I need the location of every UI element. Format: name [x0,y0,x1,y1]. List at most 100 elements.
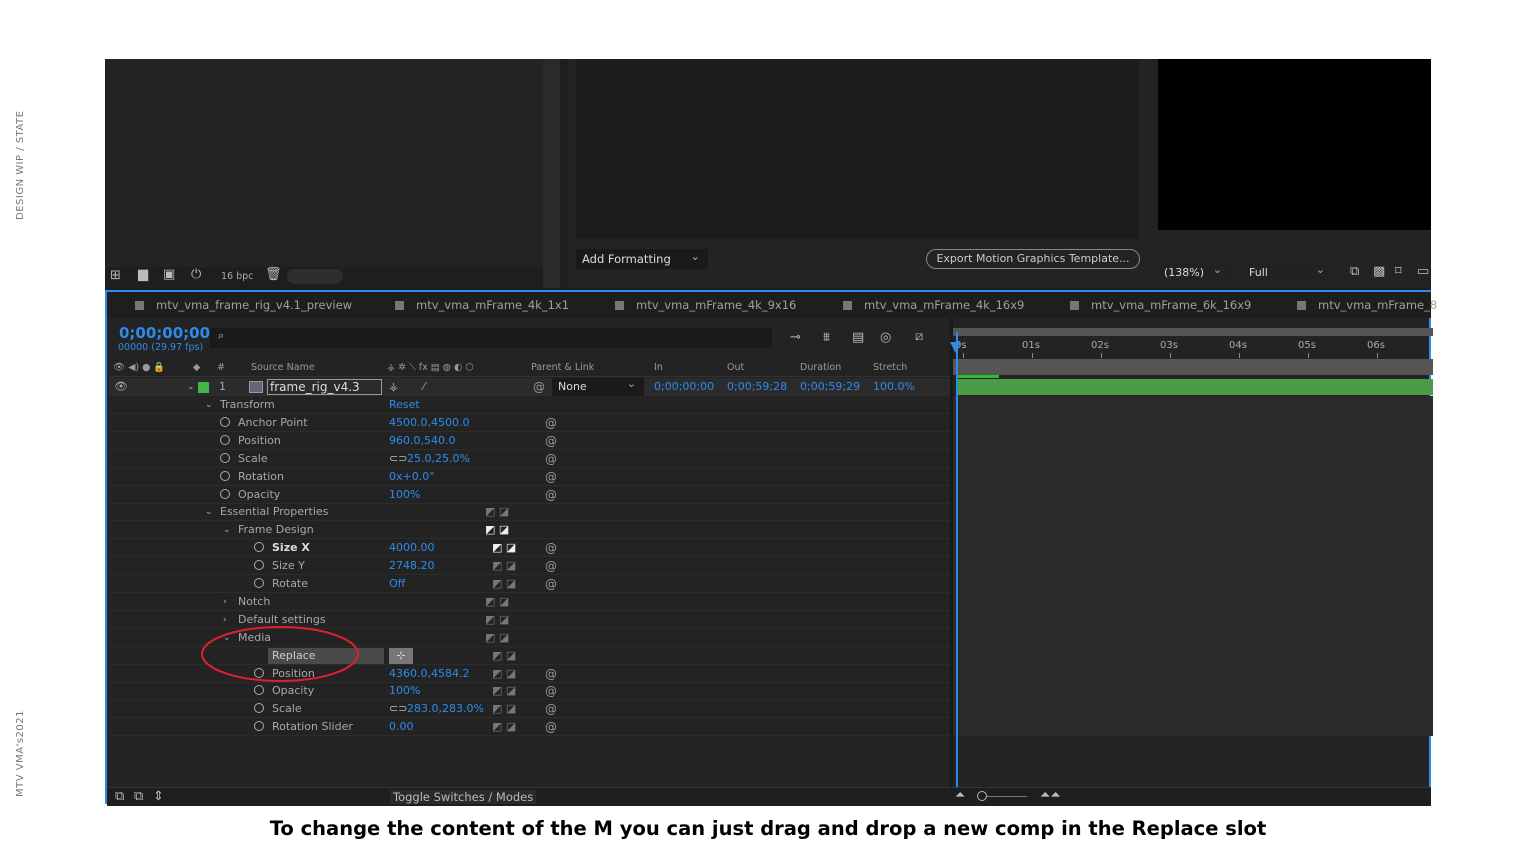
timeline-track[interactable] [953,431,1433,450]
fast-preview-icon[interactable]: ⧉ [1350,264,1359,279]
chevron-down-icon[interactable]: ⌄ [187,378,195,396]
property-value[interactable]: 100% [389,486,420,504]
col-out[interactable]: Out [727,359,744,377]
timeline-track[interactable] [953,682,1433,701]
col-parent[interactable]: Parent & Link [531,359,594,377]
constrain-proportions-icon[interactable]: ⊂⊃ [389,450,407,468]
trash-icon[interactable]: 🗑 [265,267,282,282]
property-row[interactable]: › Notch ◩ ◪ [109,593,950,611]
property-row[interactable]: Size Y 2748.20 ◩ ◪ @ [109,557,950,576]
property-row[interactable]: Opacity 100% @ [109,486,950,504]
timeline-track[interactable] [953,628,1433,647]
stopwatch-icon[interactable] [254,700,264,718]
shy-switch-icon[interactable]: ⚶ [389,378,398,396]
property-row[interactable]: Size X 4000.00 ◩ ◪ @ [109,539,950,558]
new-folder-icon[interactable]: ▆ [138,267,148,282]
property-value[interactable]: Reset [389,396,420,414]
property-row[interactable]: Position 960.0,540.0 @ [109,432,950,450]
property-row[interactable]: ⌄ Essential Properties ◩ ◪ [109,503,950,522]
timeline-track[interactable] [953,396,1433,414]
toggle-switches-modes[interactable]: Toggle Switches / Modes [390,790,537,804]
replace-slot[interactable]: ⊹ [389,647,413,664]
keyframe-nav-icon[interactable]: ◩ ◪ [492,718,516,736]
comp-tab[interactable]: mtv_vma_mFrame_8 [1297,292,1437,318]
property-value[interactable]: 100% [389,682,420,700]
property-row[interactable]: Scale ⊂⊃ 283.0,283.0% ◩ ◪ @ [109,700,950,719]
property-value[interactable]: 4500.0,4500.0 [389,414,469,432]
timeline-track[interactable] [953,485,1433,504]
stretch[interactable]: 100.0% [873,378,915,396]
transfer-controls-icon[interactable]: ⧉ [134,789,143,804]
label-color[interactable] [198,382,209,393]
zoom-dropdown[interactable]: (138%) [1158,260,1230,283]
timeline-track[interactable] [953,575,1433,593]
timeline-track[interactable] [953,592,1433,611]
comp-tab[interactable]: mtv_vma_frame_rig_v4.1_preview [135,292,352,318]
export-mogrt-button[interactable]: Export Motion Graphics Template... [926,249,1140,269]
timeline-track[interactable] [953,718,1433,737]
stopwatch-icon[interactable] [220,468,230,486]
zoom-out-icon[interactable]: ⏶ [955,788,965,803]
work-area-range[interactable] [953,359,1433,375]
property-row[interactable]: ⌄ Frame Design ◩ ◪ [109,521,950,540]
timeline-track[interactable] [953,557,1433,576]
flowchart-icon[interactable]: ⏻ [191,267,201,282]
constrain-proportions-icon[interactable]: ⊂⊃ [389,700,407,718]
project-scrollbar-track[interactable] [543,59,560,288]
comp-tab[interactable]: mtv_vma_mFrame_4k_16x9 [843,292,1024,318]
expression-pickwhip-icon[interactable]: @ [545,432,557,450]
expression-pickwhip-icon[interactable]: @ [545,682,557,700]
property-row[interactable]: Rotation Slider 0.00 ◩ ◪ @ [109,718,950,737]
layer-switches-toggle-icon[interactable]: ⧉ [115,789,124,804]
interpret-footage-icon[interactable]: ⊞ [110,268,121,283]
chevron-down-icon[interactable]: ⌄ [205,503,213,521]
property-value[interactable]: 283.0,283.0% [407,700,484,718]
keyframe-nav-icon[interactable]: ◩ ◪ [492,682,516,700]
expression-pickwhip-icon[interactable]: @ [545,486,557,504]
current-timecode[interactable]: 0;00;00;00 [119,324,210,342]
keyframe-nav-icon[interactable]: ◩ ◪ [492,665,516,683]
layer-row[interactable]: 👁 ⌄ 1 frame_rig_v4.3 ⚶ ⁄ @ None 0;00;00;… [109,375,950,396]
pickwhip-icon[interactable]: @ [533,378,545,396]
timeline-track[interactable] [953,700,1433,719]
expression-pickwhip-icon[interactable]: @ [545,414,557,432]
timeline-track[interactable] [953,664,1433,683]
comp-tab[interactable]: mtv_vma_mFrame_6k_16x9 [1070,292,1251,318]
keyframe-nav-icon[interactable]: ◩ ◪ [485,629,509,647]
expression-pickwhip-icon[interactable]: @ [545,718,557,736]
stopwatch-icon[interactable] [220,486,230,504]
duration[interactable]: 0;00;59;29 [800,378,860,396]
out-point[interactable]: 0;00;59;28 [727,378,787,396]
stopwatch-icon[interactable] [220,450,230,468]
bpc-label[interactable]: 16 bpc [221,271,253,282]
expression-pickwhip-icon[interactable]: @ [545,557,557,575]
transparency-grid-icon[interactable]: ▩ [1373,264,1385,279]
timeline-track[interactable] [953,467,1433,486]
project-scrollbar[interactable] [287,269,343,284]
property-row[interactable]: Rotate Off ◩ ◪ @ [109,575,950,593]
playhead[interactable] [956,332,958,788]
chevron-down-icon[interactable]: ⌄ [223,521,231,539]
col-source-name[interactable]: Source Name [251,359,315,377]
stopwatch-icon[interactable] [254,539,264,557]
expression-pickwhip-icon[interactable]: @ [545,468,557,486]
expression-pickwhip-icon[interactable]: @ [545,539,557,557]
property-row[interactable]: ⌄ Transform Reset [109,396,950,414]
col-num[interactable]: # [217,359,225,377]
quality-switch-icon[interactable]: ⁄ [423,378,425,396]
timeline-track[interactable] [953,521,1433,540]
layer-name[interactable]: frame_rig_v4.3 [267,379,382,395]
timeline-track[interactable] [953,646,1433,665]
property-value[interactable]: 4000.00 [389,539,435,557]
time-ruler[interactable]: 0s 01s 02s 03s 04s 05s 06s [953,338,1433,358]
layer-duration-bar[interactable] [957,379,1433,395]
timeline-track[interactable] [953,539,1433,558]
property-row[interactable]: Opacity 100% ◩ ◪ @ [109,682,950,701]
keyframe-nav-icon[interactable]: ◩ ◪ [492,557,516,575]
timeline-track[interactable] [953,610,1433,629]
timeline-track[interactable] [953,449,1433,468]
chevron-right-icon[interactable]: › [223,593,227,611]
property-value[interactable]: Off [389,575,405,593]
new-comp-icon[interactable]: ▣ [163,267,175,282]
keyframe-nav-icon[interactable]: ◩ ◪ [492,575,516,593]
